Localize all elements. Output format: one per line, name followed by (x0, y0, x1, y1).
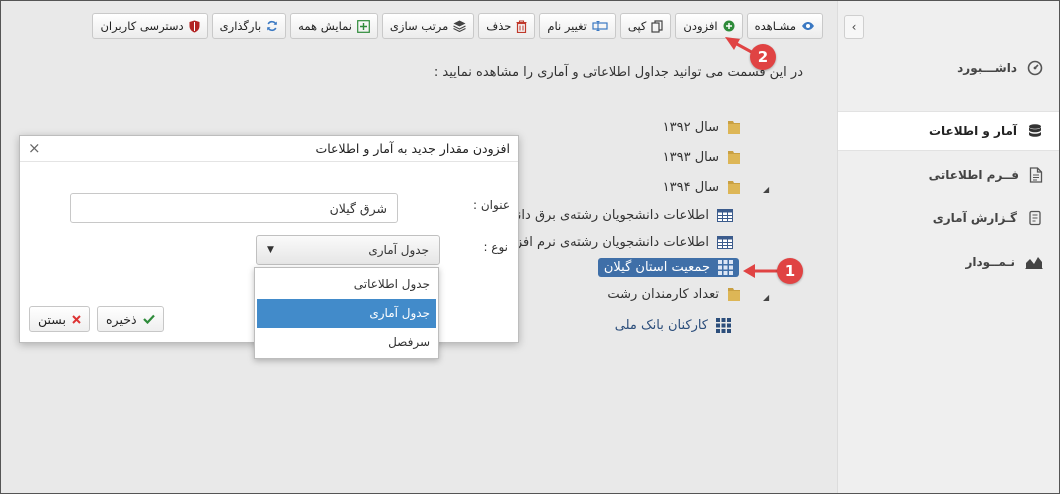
sidebar-item-charts[interactable]: نـمــودار (838, 242, 1059, 282)
trash-icon (516, 19, 527, 33)
check-icon (142, 314, 155, 324)
dialog-title: افزودن مقدار جدید به آمار و اطلاعات (315, 141, 510, 156)
table-icon (717, 236, 733, 249)
tree-node-1392[interactable]: سال ۱۳۹۲ (663, 119, 741, 135)
title-field-label: عنوان : (473, 198, 510, 212)
tree-expand-caret[interactable]: ◢ (763, 185, 769, 194)
report-icon (1029, 210, 1041, 226)
folder-icon (728, 121, 740, 134)
copy-button[interactable]: کپی (619, 13, 672, 39)
tree-node-1394[interactable]: سال ۱۳۹۴ (663, 179, 741, 195)
tree-node-label: تعداد کارمندان رشت (607, 286, 719, 302)
expand-icon (357, 19, 370, 33)
type-select-value: جدول آماری (368, 243, 429, 257)
callout-badge-1: 1 (777, 258, 803, 284)
tree-expand-caret[interactable]: ◢ (763, 293, 769, 302)
title-input[interactable] (70, 193, 398, 223)
user-access-button-label: دسترسی کاربران (100, 19, 184, 33)
tree-node-label: کارکنان بانک ملی (614, 318, 708, 333)
x-icon (72, 314, 81, 324)
delete-button[interactable]: حذف (478, 13, 536, 39)
grid-icon (716, 318, 731, 333)
delete-button-label: حذف (486, 19, 512, 33)
dropdown-option-stats-table[interactable]: جدول آماری (257, 299, 436, 328)
copy-icon (651, 19, 664, 33)
sidebar-item-label: آمار و اطلاعات (928, 124, 1017, 138)
reload-button-label: بارگذاری (219, 19, 262, 33)
rename-button-label: تغییر نام (547, 19, 587, 33)
close-button[interactable]: بستن (29, 306, 90, 332)
type-dropdown-list: جدول اطلاعاتی جدول آماری سرفصل (254, 267, 439, 359)
plus-circle-icon (723, 20, 735, 32)
callout-arrow-1 (743, 264, 779, 278)
tree-node-label: سال ۱۳۹۳ (662, 149, 719, 165)
tree-node-table[interactable]: اطلاعات دانشجویان رشته‌ی نرم افزار د (496, 235, 733, 250)
add-button-label: افزودن (683, 19, 718, 33)
sidebar-item-dashboard[interactable]: داشـــبورد (838, 48, 1059, 88)
toolbar: مشـاهده افزودن کپی تغییر نام حذف مرتب سا… (92, 13, 823, 39)
intro-text: در این قسمت می توانید جداول اطلاعاتی و آ… (433, 65, 803, 80)
folder-icon (728, 181, 740, 194)
tree-node-employees[interactable]: تعداد کارمندان رشت (607, 286, 741, 302)
layers-icon (453, 20, 467, 32)
refresh-icon (267, 20, 277, 32)
tree-node-label: اطلاعات دانشجویان رشته‌ی برق دانشگ (494, 208, 709, 223)
show-all-button[interactable]: نمایش همه (290, 13, 378, 39)
tree-node-table[interactable]: اطلاعات دانشجویان رشته‌ی برق دانشگ (495, 208, 733, 223)
view-button-label: مشـاهده (754, 19, 796, 33)
sort-button[interactable]: مرتب سازی (381, 13, 475, 39)
close-button-label: بستن (38, 311, 66, 327)
folder-icon (728, 288, 740, 301)
tree-node-bank[interactable]: کارکنان بانک ملی (615, 318, 731, 333)
shield-icon (189, 20, 200, 32)
type-field-label: نوع : (483, 240, 508, 254)
copy-button-label: کپی (627, 19, 647, 33)
dialog-header: افزودن مقدار جدید به آمار و اطلاعات × (20, 136, 518, 162)
tree-node-label: اطلاعات دانشجویان رشته‌ی نرم افزار د (496, 235, 709, 250)
dropdown-option-heading[interactable]: سرفصل (257, 328, 436, 357)
rename-button[interactable]: تغییر نام (539, 13, 616, 39)
save-button[interactable]: ذخیره (97, 306, 164, 332)
tree-node-label: سال ۱۳۹۲ (662, 119, 719, 135)
area-chart-icon (1025, 257, 1043, 269)
callout-badge-2: 2 (750, 44, 776, 70)
sidebar-item-label: فــرم اطلاعاتی (928, 168, 1019, 182)
type-select[interactable]: ▼ جدول آماری (256, 235, 440, 265)
sidebar-collapse-button[interactable]: ‹ (844, 15, 864, 39)
grid-icon (718, 260, 733, 275)
tree-node-1393[interactable]: سال ۱۳۹۳ (663, 149, 741, 165)
tree-node-label: سال ۱۳۹۴ (662, 179, 719, 195)
sidebar-item-statistics[interactable]: آمار و اطلاعات (838, 111, 1059, 151)
tree-node-label: جمعیت استان گیلان (603, 260, 710, 275)
dropdown-option-info-table[interactable]: جدول اطلاعاتی (257, 270, 436, 299)
document-icon (1029, 167, 1043, 183)
sidebar-item-forms[interactable]: فــرم اطلاعاتی (838, 155, 1059, 195)
user-access-button[interactable]: دسترسی کاربران (92, 13, 208, 39)
sidebar: ‹ داشـــبورد آمار و اطلاعات فــرم اطلاعا… (837, 1, 1059, 493)
chevron-down-icon: ▼ (267, 245, 274, 255)
eye-icon (802, 22, 814, 30)
sidebar-item-label: داشـــبورد (957, 61, 1017, 75)
rename-icon (592, 21, 608, 31)
tree-node-selected[interactable]: جمعیت استان گیلان (597, 258, 739, 277)
reload-button[interactable]: بارگذاری (211, 13, 287, 39)
dashboard-icon (1027, 60, 1043, 76)
app-window: ‹ داشـــبورد آمار و اطلاعات فــرم اطلاعا… (0, 0, 1060, 494)
table-icon (717, 209, 733, 222)
save-button-label: ذخیره (106, 311, 137, 327)
sidebar-item-reports[interactable]: گـزارش آماری (838, 198, 1059, 238)
show-all-button-label: نمایش همه (298, 19, 352, 33)
sidebar-item-label: گـزارش آماری (932, 211, 1017, 225)
sidebar-item-label: نـمــودار (965, 255, 1015, 269)
sort-button-label: مرتب سازی (389, 19, 449, 33)
database-icon (1029, 124, 1041, 137)
close-icon[interactable]: × (28, 139, 41, 157)
folder-icon (728, 151, 740, 164)
